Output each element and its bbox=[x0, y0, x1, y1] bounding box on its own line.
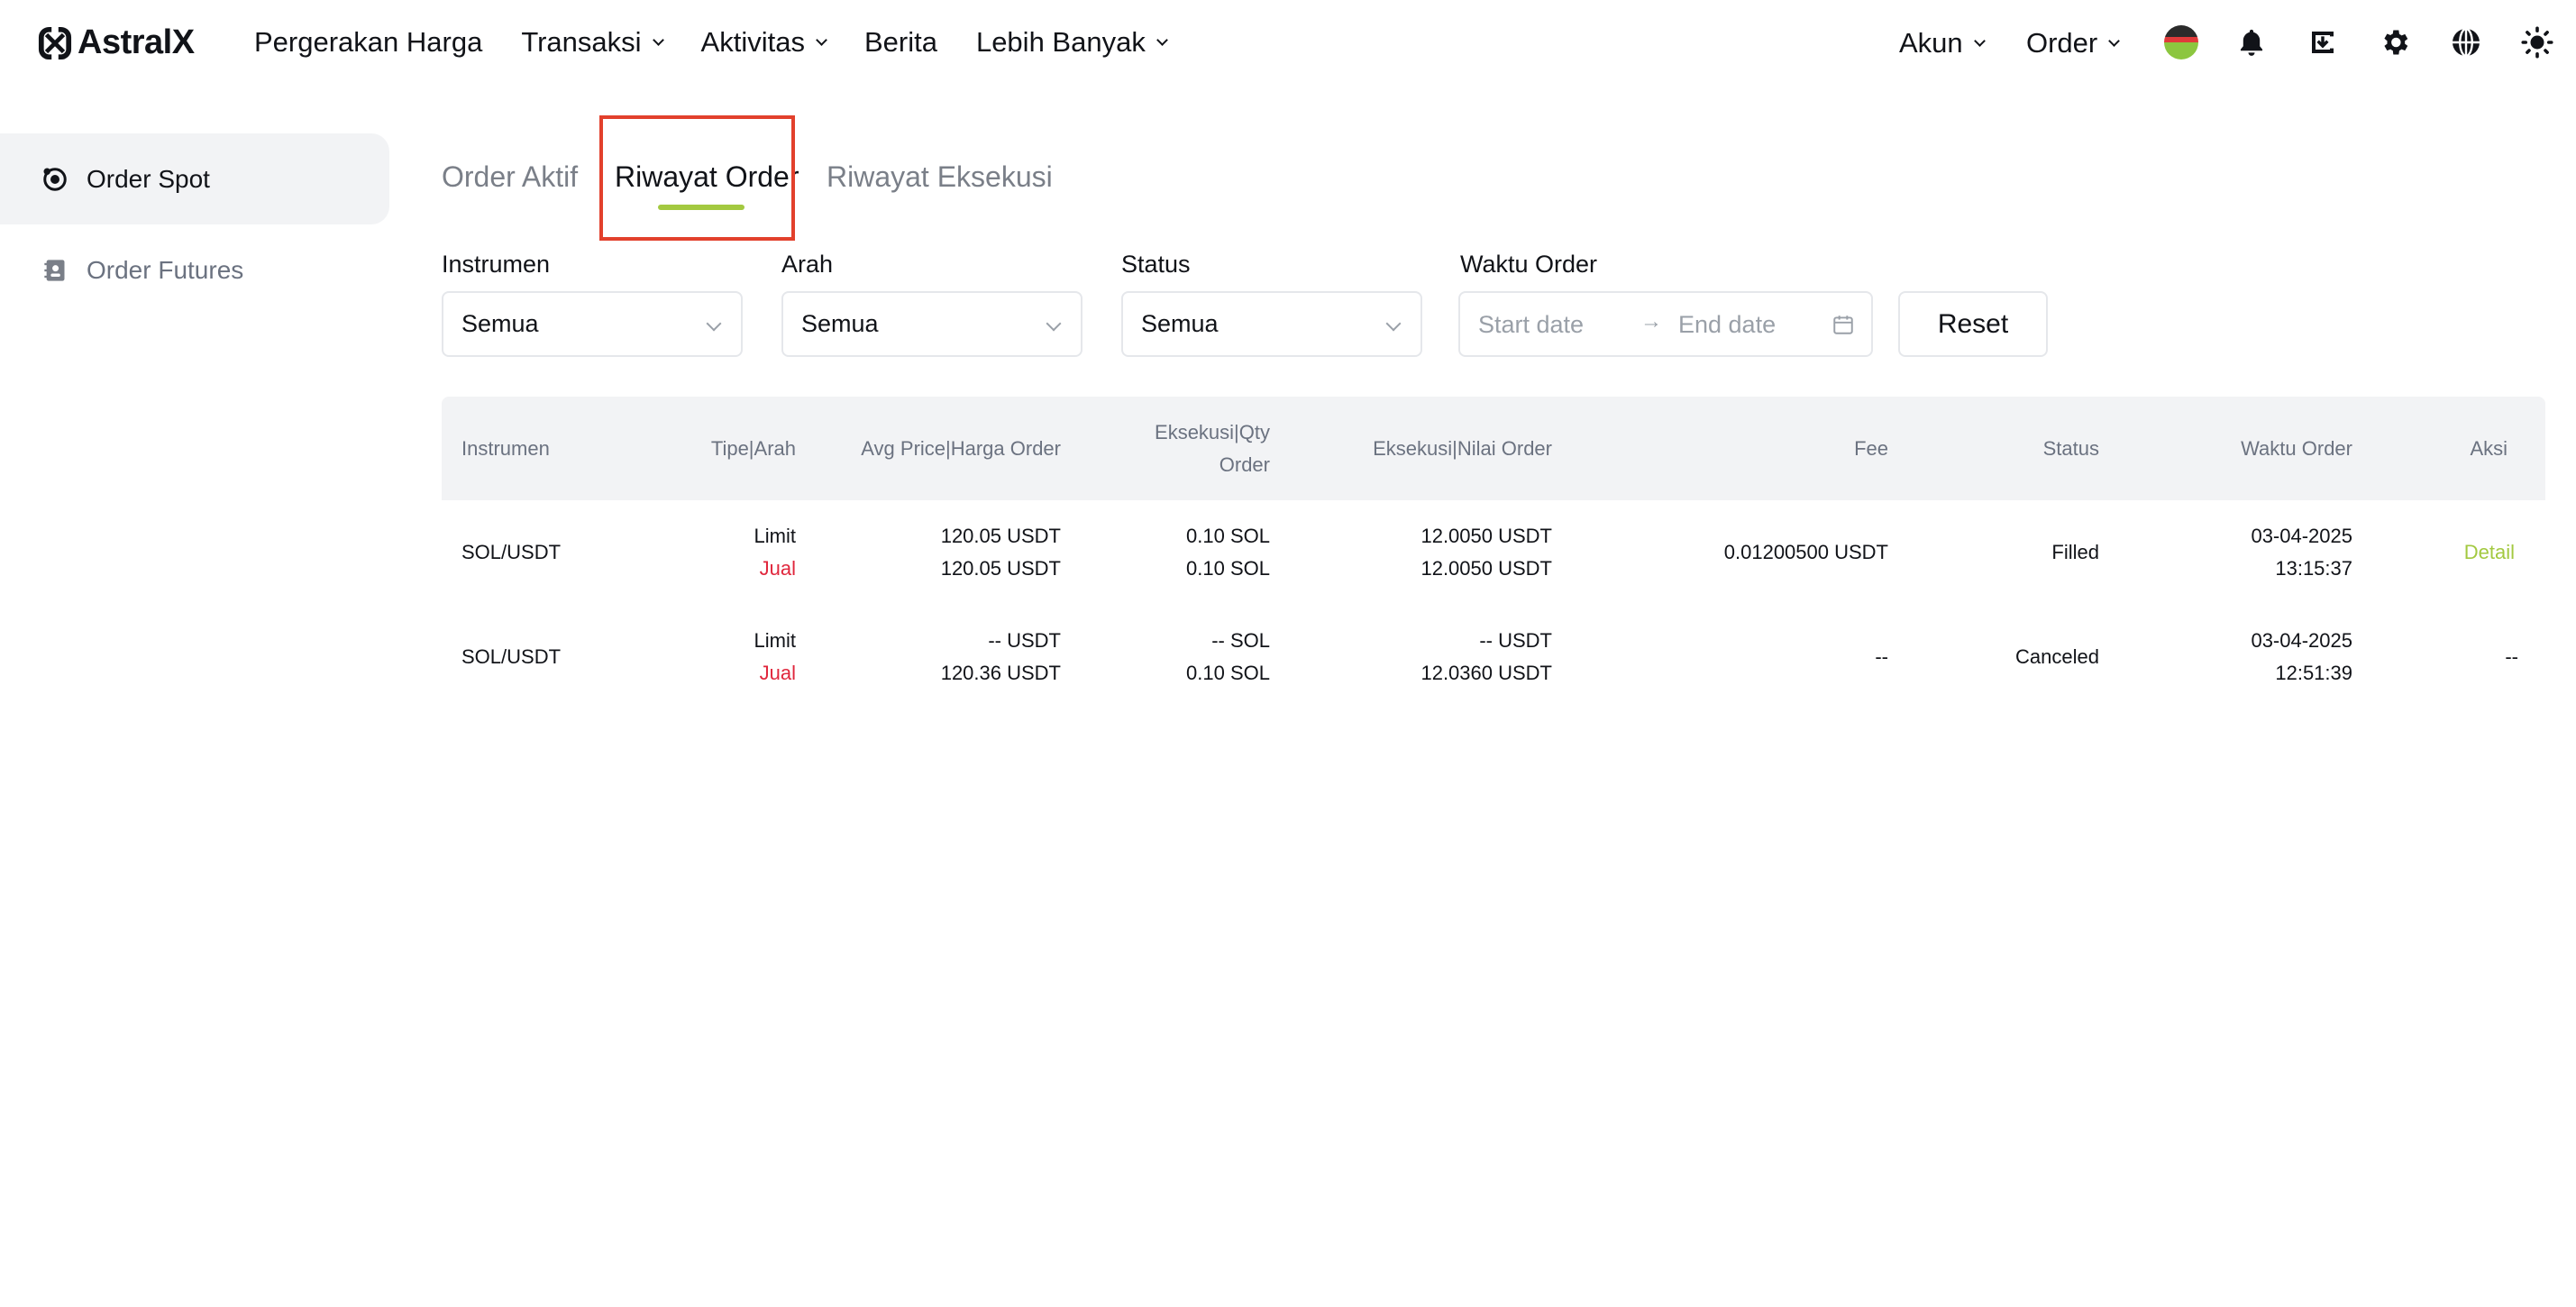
nav-item-label: Pergerakan Harga bbox=[254, 26, 483, 58]
nav-item-order[interactable]: Order bbox=[2026, 27, 2121, 59]
arrow-right-icon: → bbox=[1640, 309, 1662, 334]
bell-icon[interactable] bbox=[2233, 24, 2270, 60]
nav-item-pergerakan-harga[interactable]: Pergerakan Harga bbox=[254, 26, 482, 59]
cell-instrument: SOL/USDT bbox=[461, 645, 562, 668]
cell-date: 03-04-2025 bbox=[2251, 525, 2352, 547]
chevron-down-icon bbox=[816, 33, 827, 46]
cell-order-price: 120.05 USDT bbox=[940, 557, 1061, 580]
nav-item-label: Order bbox=[2026, 27, 2098, 59]
cell-time: 12:51:39 bbox=[2275, 662, 2352, 684]
column-header-value: Eksekusi|Nilai Order bbox=[1373, 437, 1552, 460]
column-header-qty: Eksekusi|Qty bbox=[1155, 421, 1270, 443]
date-range-picker[interactable]: Start date → End date bbox=[1458, 291, 1873, 357]
top-navigation-bar: AstralX Pergerakan Harga Transaksi Aktiv… bbox=[0, 0, 2576, 85]
select-value: Semua bbox=[461, 310, 539, 337]
futures-order-icon bbox=[41, 257, 69, 284]
sidebar-item-label: Order Futures bbox=[87, 255, 244, 284]
column-header-price: Avg Price|Harga Order bbox=[861, 437, 1061, 460]
cell-order-price: 120.36 USDT bbox=[940, 662, 1061, 684]
sidebar: Order Spot Order Futures bbox=[0, 133, 389, 315]
end-date-input[interactable]: End date bbox=[1678, 311, 1776, 339]
cell-avg-price: -- USDT bbox=[988, 629, 1061, 652]
cell-direction: Jual bbox=[759, 557, 796, 580]
sidebar-item-order-spot[interactable]: Order Spot bbox=[0, 133, 389, 224]
nav-item-berita[interactable]: Berita bbox=[864, 26, 937, 59]
start-date-input[interactable]: Start date bbox=[1478, 311, 1584, 339]
cell-instrument: SOL/USDT bbox=[461, 541, 562, 563]
cell-exec-qty: 0.10 SOL bbox=[1186, 525, 1270, 547]
nav-item-transaksi[interactable]: Transaksi bbox=[521, 26, 664, 59]
tab-riwayat-eksekusi[interactable]: Riwayat Eksekusi bbox=[827, 160, 1053, 194]
sidebar-item-order-futures[interactable]: Order Futures bbox=[0, 224, 389, 315]
cell-exec-value: 12.0050 USDT bbox=[1420, 525, 1552, 547]
cell-type: Limit bbox=[754, 525, 796, 547]
cell-direction: Jual bbox=[759, 662, 796, 684]
chevron-down-icon bbox=[652, 33, 664, 46]
cell-fee: 0.01200500 USDT bbox=[1723, 541, 1888, 563]
sun-icon[interactable] bbox=[2519, 24, 2555, 60]
filter-label-arah: Arah bbox=[781, 251, 834, 278]
column-header-status: Status bbox=[2042, 437, 2099, 460]
sidebar-item-label: Order Spot bbox=[87, 164, 210, 193]
chevron-down-icon bbox=[1385, 315, 1402, 332]
chevron-down-icon bbox=[706, 315, 722, 332]
nav-item-aktivitas[interactable]: Aktivitas bbox=[700, 26, 827, 59]
filter-label-status: Status bbox=[1121, 251, 1191, 278]
logo-text: AstralX bbox=[78, 23, 195, 61]
cell-status: Filled bbox=[2051, 541, 2099, 563]
cell-fee: -- bbox=[1875, 645, 1888, 668]
chevron-down-icon bbox=[2108, 34, 2121, 47]
logo[interactable]: AstralX bbox=[38, 23, 195, 62]
reset-button[interactable]: Reset bbox=[1898, 291, 2048, 357]
download-icon[interactable] bbox=[2305, 24, 2341, 60]
highlight-annotation-box bbox=[599, 115, 795, 241]
column-header-qty-line2: Order bbox=[1219, 453, 1270, 476]
nav-item-lebih-banyak[interactable]: Lebih Banyak bbox=[975, 26, 1168, 59]
column-header-tipe-arah: Tipe|Arah bbox=[710, 437, 796, 460]
cell-time: 13:15:37 bbox=[2275, 557, 2352, 580]
detail-link[interactable]: Detail bbox=[2464, 536, 2515, 569]
cell-order-value: 12.0050 USDT bbox=[1420, 557, 1552, 580]
nav-item-label: Lebih Banyak bbox=[975, 26, 1146, 58]
select-value: Semua bbox=[1141, 310, 1219, 337]
cell-order-qty: 0.10 SOL bbox=[1186, 662, 1270, 684]
chevron-down-icon bbox=[1973, 34, 1986, 47]
cell-order-value: 12.0360 USDT bbox=[1420, 662, 1552, 684]
cell-order-qty: 0.10 SOL bbox=[1186, 557, 1270, 580]
chevron-down-icon bbox=[1156, 33, 1168, 46]
chevron-down-icon bbox=[1046, 315, 1062, 332]
tab-order-aktif[interactable]: Order Aktif bbox=[442, 160, 578, 194]
nav-item-label: Transaksi bbox=[521, 26, 642, 58]
direction-select[interactable]: Semua bbox=[781, 291, 1082, 357]
calendar-icon bbox=[1832, 313, 1855, 343]
cell-type: Limit bbox=[754, 629, 796, 652]
cell-exec-value: -- USDT bbox=[1479, 629, 1552, 652]
cell-date: 03-04-2025 bbox=[2251, 629, 2352, 652]
astralx-logo-icon bbox=[38, 25, 72, 60]
column-header-instrumen: Instrumen bbox=[461, 437, 550, 460]
globe-icon[interactable] bbox=[2448, 24, 2484, 60]
nav-item-label: Akun bbox=[1899, 27, 1963, 59]
flag-icon[interactable] bbox=[2163, 24, 2199, 60]
instrument-select[interactable]: Semua bbox=[442, 291, 743, 357]
main-nav: Pergerakan Harga Transaksi Aktivitas Ber… bbox=[254, 0, 1205, 85]
filter-label-instrumen: Instrumen bbox=[442, 251, 551, 278]
nav-item-label: Aktivitas bbox=[700, 26, 805, 58]
column-header-aksi: Aksi bbox=[2470, 437, 2507, 460]
cell-avg-price: 120.05 USDT bbox=[940, 525, 1061, 547]
gear-icon[interactable] bbox=[2377, 24, 2413, 60]
nav-item-label: Berita bbox=[863, 26, 937, 58]
status-select[interactable]: Semua bbox=[1121, 291, 1422, 357]
column-header-waktu-order: Waktu Order bbox=[2241, 437, 2352, 460]
cell-status: Canceled bbox=[2015, 645, 2099, 668]
spot-order-icon bbox=[41, 166, 69, 193]
column-header-fee: Fee bbox=[1854, 437, 1888, 460]
filter-label-waktu-order: Waktu Order bbox=[1460, 251, 1598, 278]
cell-action: -- bbox=[2505, 645, 2518, 668]
select-value: Semua bbox=[801, 310, 879, 337]
nav-item-akun[interactable]: Akun bbox=[1899, 27, 1986, 59]
cell-exec-qty: -- SOL bbox=[1211, 629, 1270, 652]
